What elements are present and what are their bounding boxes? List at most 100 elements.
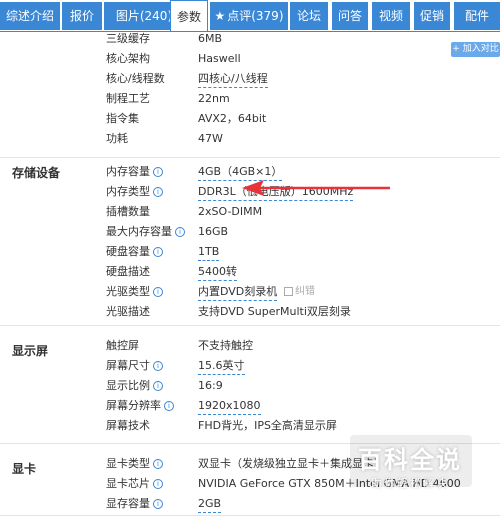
- star-icon: ★: [214, 9, 226, 23]
- tab-7[interactable]: 视频: [372, 2, 410, 30]
- spec-label: 内存容量 i: [106, 162, 163, 182]
- spec-value[interactable]: 5400转: [198, 264, 237, 281]
- spec-row: 指令集 AVX2，64bit: [106, 109, 500, 129]
- spec-value[interactable]: 1920x1080: [198, 398, 261, 415]
- spec-label: 屏幕尺寸 i: [106, 356, 163, 376]
- info-icon[interactable]: i: [175, 227, 185, 237]
- spec-row: 核心/线程数 四核心/八线程: [106, 69, 500, 89]
- tab-label: 问答: [337, 9, 362, 23]
- spec-row: 最大内存容量 i 16GB: [106, 222, 500, 242]
- spec-label-text: 光驱类型: [106, 285, 150, 298]
- spec-label-text: 屏幕技术: [106, 419, 150, 432]
- spec-label: 触控屏: [106, 336, 139, 356]
- spec-label: 核心架构: [106, 49, 150, 69]
- spec-value[interactable]: 四核心/八线程: [198, 71, 268, 88]
- spec-label-text: 显卡芯片: [106, 477, 150, 490]
- spec-value: 6MB: [198, 32, 223, 45]
- info-icon[interactable]: i: [153, 247, 163, 257]
- spec-label-text: 显卡类型: [106, 457, 150, 470]
- spec-label-text: 内存容量: [106, 165, 150, 178]
- info-icon[interactable]: i: [153, 187, 163, 197]
- spec-value: 16GB: [198, 225, 229, 238]
- spec-label-text: 光驱描述: [106, 305, 150, 318]
- correction-label: 纠错: [295, 286, 315, 297]
- info-icon[interactable]: i: [164, 401, 174, 411]
- spec-label: 硬盘描述: [106, 262, 150, 282]
- spec-label-text: 内存类型: [106, 185, 150, 198]
- spec-row: 插槽数量 2xSO-DIMM: [106, 202, 500, 222]
- spec-row: 内存容量 i 4GB（4GB×1）: [106, 162, 500, 182]
- tab-8[interactable]: 促销: [414, 2, 450, 30]
- tab-label: 论坛: [296, 9, 321, 23]
- tab-5[interactable]: 论坛: [290, 2, 328, 30]
- info-icon[interactable]: i: [153, 459, 163, 469]
- spec-label: 三级缓存: [106, 29, 150, 49]
- tab-3[interactable]: 参数: [170, 0, 208, 32]
- spec-row: 显示比例 i 16:9: [106, 376, 500, 396]
- spec-value[interactable]: 4GB（4GB×1）: [198, 164, 283, 181]
- spec-value: AVX2，64bit: [198, 112, 267, 125]
- spec-row: 触控屏 不支持触控: [106, 336, 500, 356]
- spec-row: 屏幕尺寸 i 15.6英寸: [106, 356, 500, 376]
- spec-label-text: 功耗: [106, 132, 128, 145]
- spec-label: 屏幕分辨率 i: [106, 396, 174, 416]
- info-icon[interactable]: i: [153, 167, 163, 177]
- info-icon[interactable]: i: [153, 499, 163, 509]
- section-title: 显卡: [12, 462, 37, 476]
- spec-label: 硬盘容量 i: [106, 242, 163, 262]
- tab-label: 配件: [464, 9, 489, 23]
- spec-label-text: 指令集: [106, 112, 139, 125]
- info-icon[interactable]: i: [153, 287, 163, 297]
- tab-label: 点评(379): [227, 9, 284, 23]
- spec-label-text: 显示比例: [106, 379, 150, 392]
- spec-section: 三级缓存 6MB 核心架构 Haswell 核心/线程数 四核心/八线程制程工艺 22nm 指…: [0, 32, 500, 158]
- spec-row: 光驱类型 i 内置DVD刻录机 纠错: [106, 282, 500, 302]
- spec-label-text: 插槽数量: [106, 205, 150, 218]
- spec-value: 支持DVD SuperMulti双层刻录: [198, 305, 351, 318]
- spec-label-text: 屏幕分辨率: [106, 399, 161, 412]
- spec-value: FHD背光，IPS全高清显示屏: [198, 419, 337, 432]
- info-icon[interactable]: i: [153, 361, 163, 371]
- tab-bar: 综述介绍 报价 图片(240) 参数 ★ 点评(379) 论坛 问答 视频 促销 配件: [0, 0, 500, 32]
- spec-value[interactable]: 15.6英寸: [198, 358, 245, 375]
- tab-label: 报价: [69, 9, 94, 23]
- spec-value[interactable]: 内置DVD刻录机: [198, 284, 278, 301]
- spec-label: 功耗: [106, 129, 128, 149]
- spec-value: 2xSO-DIMM: [198, 205, 263, 218]
- red-arrow-annotation: [242, 180, 390, 196]
- info-icon[interactable]: i: [153, 381, 163, 391]
- tab-6[interactable]: 问答: [332, 2, 368, 30]
- spec-value[interactable]: 2GB: [198, 496, 222, 513]
- spec-value: 22nm: [198, 92, 230, 105]
- spec-label-text: 屏幕尺寸: [106, 359, 150, 372]
- spec-label: 制程工艺: [106, 89, 150, 109]
- spec-label: 最大内存容量 i: [106, 222, 185, 242]
- info-icon[interactable]: i: [153, 479, 163, 489]
- tab-1[interactable]: 报价: [62, 2, 102, 30]
- spec-label: 显卡芯片 i: [106, 474, 163, 494]
- tab-0[interactable]: 综述介绍: [0, 2, 60, 30]
- spec-label: 核心/线程数: [106, 69, 165, 89]
- spec-value: 47W: [198, 132, 223, 145]
- tab-label: 综述介绍: [5, 9, 54, 23]
- tab-9[interactable]: 配件: [454, 2, 500, 30]
- spec-row: 显存容量 i 2GB: [106, 494, 500, 514]
- watermark: 百科全说 助你轻松解决: [355, 440, 465, 491]
- spec-value[interactable]: 1TB: [198, 244, 220, 261]
- watermark-main-text: 百科全说: [358, 446, 462, 474]
- spec-label-text: 核心架构: [106, 52, 150, 65]
- section-title: 存储设备: [12, 166, 61, 180]
- spec-row: 核心架构 Haswell: [106, 49, 500, 69]
- spec-label: 插槽数量: [106, 202, 150, 222]
- spec-row: 光驱描述 支持DVD SuperMulti双层刻录: [106, 302, 500, 322]
- correction-link[interactable]: 纠错: [284, 282, 315, 302]
- tab-4[interactable]: ★ 点评(379): [210, 2, 288, 30]
- spec-label: 光驱类型 i: [106, 282, 163, 302]
- watermark-sub-text: 助你轻松解决: [371, 477, 449, 490]
- spec-section: 显示屏 触控屏 不支持触控 屏幕尺寸 i 15.6英寸 显示比例 i 16:9 屏幕分辨率 i 192…: [0, 326, 500, 444]
- spec-label: 内存类型 i: [106, 182, 163, 202]
- spec-value: Haswell: [198, 52, 241, 65]
- spec-row: 制程工艺 22nm: [106, 89, 500, 109]
- edit-icon: [284, 286, 293, 296]
- spec-row: 屏幕分辨率 i 1920x1080: [106, 396, 500, 416]
